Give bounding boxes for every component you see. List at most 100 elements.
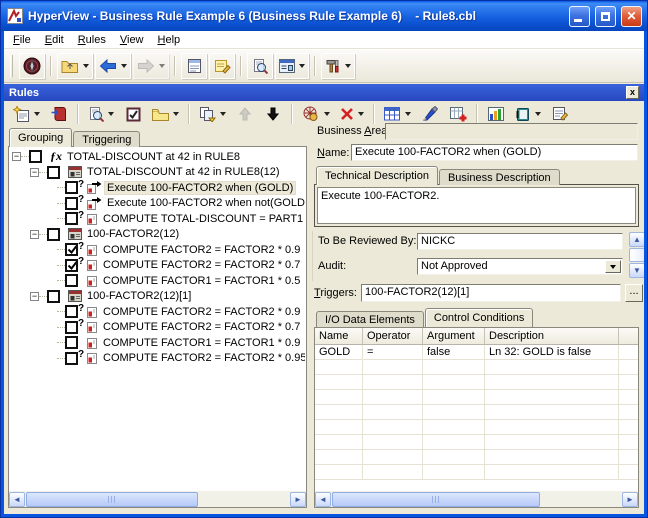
tree-row[interactable]: ?COMPUTE FACTOR2 = FACTOR2 * 0.7 — [10, 320, 305, 336]
scroll-up-button[interactable]: ▲ — [629, 232, 644, 247]
rule-checkbox[interactable] — [65, 321, 78, 334]
collapse-minus-icon[interactable]: − — [30, 168, 39, 177]
table-empty-row[interactable] — [315, 465, 638, 480]
rules-pane-close-button[interactable]: x — [626, 86, 639, 99]
table-empty-row[interactable] — [315, 375, 638, 390]
table-empty-row[interactable] — [315, 420, 638, 435]
collapse-minus-icon[interactable]: − — [12, 152, 21, 161]
tab-grouping[interactable]: Grouping — [9, 128, 72, 147]
table-empty-row[interactable] — [315, 360, 638, 375]
rule-checkbox[interactable] — [29, 150, 42, 163]
forward-button[interactable] — [133, 53, 169, 79]
scroll-thumb[interactable] — [26, 492, 198, 507]
hyperview-scope-button[interactable] — [19, 53, 45, 79]
scroll-right-button[interactable]: ► — [622, 492, 638, 507]
triggers-input[interactable]: 100-FACTOR2(12)[1] — [361, 284, 621, 302]
menu-rules[interactable]: Rules — [71, 33, 113, 47]
tree-row[interactable]: COMPUTE FACTOR1 = FACTOR1 * 0.9 — [10, 335, 305, 351]
menu-file[interactable]: File — [6, 33, 38, 47]
validate-button[interactable] — [445, 103, 471, 125]
rule-checkbox[interactable] — [47, 166, 60, 179]
review-vertical-scrollbar[interactable]: ▲ ▼ — [629, 232, 644, 278]
annotations-button[interactable] — [209, 53, 235, 79]
tree-row[interactable]: ?COMPUTE FACTOR2 = FACTOR2 * 0.95 — [10, 351, 305, 367]
collapse-minus-icon[interactable]: − — [30, 230, 39, 239]
tree-row[interactable]: −100-FACTOR2(12)[1] — [10, 289, 305, 305]
rule-checkbox[interactable] — [65, 259, 78, 272]
scroll-track[interactable] — [25, 492, 290, 507]
title-bar[interactable]: HyperView - Business Rule Example 6 (Bus… — [1, 1, 647, 31]
technical-description-text[interactable]: Execute 100-FACTOR2. — [317, 187, 636, 224]
select-rules-button[interactable] — [120, 103, 146, 125]
tree-row[interactable]: ?COMPUTE FACTOR2 = FACTOR2 * 0.9 — [10, 304, 305, 320]
properties-button[interactable] — [181, 53, 207, 79]
chart-button[interactable] — [483, 103, 509, 125]
table-empty-row[interactable] — [315, 390, 638, 405]
tab-triggering[interactable]: Triggering — [73, 131, 140, 147]
edit-properties-button[interactable] — [547, 103, 573, 125]
tree-horizontal-scrollbar[interactable]: ◄ ► — [9, 491, 306, 507]
rule-checkbox[interactable] — [65, 352, 78, 365]
menu-view[interactable]: View — [113, 33, 151, 47]
table-empty-row[interactable] — [315, 405, 638, 420]
tree-row[interactable]: −100-FACTOR2(12) — [10, 227, 305, 243]
tools-button[interactable] — [321, 53, 355, 79]
rule-checkbox[interactable] — [47, 228, 60, 241]
back-button[interactable] — [95, 53, 131, 79]
preview-button[interactable] — [247, 53, 273, 79]
search-rules-button[interactable] — [84, 103, 118, 125]
move-down-button[interactable] — [260, 103, 286, 125]
triggers-browse-button[interactable]: ... — [625, 284, 643, 302]
rule-checkbox[interactable] — [65, 305, 78, 318]
minimize-button[interactable] — [569, 6, 590, 27]
triggering-button[interactable] — [298, 103, 334, 125]
rule-checkbox[interactable] — [65, 336, 78, 349]
view-list-button[interactable] — [275, 53, 309, 79]
copy-rule-button[interactable] — [195, 103, 230, 125]
column-header-name[interactable]: Name — [315, 328, 363, 345]
tree-row[interactable]: ?COMPUTE FACTOR2 = FACTOR2 * 0.7 — [10, 258, 305, 274]
table-empty-row[interactable] — [315, 435, 638, 450]
rule-checkbox[interactable] — [65, 243, 78, 256]
delete-book-button[interactable] — [46, 103, 72, 125]
rule-checkbox[interactable] — [65, 274, 78, 287]
business-area-input[interactable] — [385, 123, 638, 140]
table-empty-row[interactable] — [315, 450, 638, 465]
move-up-button[interactable] — [232, 103, 258, 125]
tab-business-description[interactable]: Business Description — [439, 169, 560, 185]
tab-control-conditions[interactable]: Control Conditions — [425, 308, 534, 327]
tree-row[interactable]: ?Execute 100-FACTOR2 when not(GOLD) — [10, 196, 305, 212]
scroll-down-button[interactable]: ▼ — [629, 263, 644, 278]
tab-technical-description[interactable]: Technical Description — [316, 166, 438, 185]
column-header-description[interactable]: Description — [485, 328, 619, 345]
scroll-left-button[interactable]: ◄ — [315, 492, 331, 507]
table-horizontal-scrollbar[interactable]: ◄ ► — [315, 491, 638, 507]
rule-checkbox[interactable] — [65, 197, 78, 210]
column-header-argument[interactable]: Argument — [423, 328, 485, 345]
tree-row[interactable]: ?COMPUTE FACTOR2 = FACTOR2 * 0.9 — [10, 242, 305, 258]
column-header-operator[interactable]: Operator — [363, 328, 423, 345]
scroll-right-button[interactable]: ► — [290, 492, 306, 507]
notebook-button[interactable] — [511, 103, 545, 125]
maximize-button[interactable] — [595, 6, 616, 27]
mark-rule-button[interactable] — [417, 103, 443, 125]
tree-row[interactable]: COMPUTE FACTOR1 = FACTOR1 * 0.5 — [10, 273, 305, 289]
scroll-thumb[interactable] — [629, 248, 644, 262]
new-rule-button[interactable] — [9, 103, 44, 125]
menu-help[interactable]: Help — [151, 33, 188, 47]
toolbar-grip[interactable] — [10, 55, 13, 77]
menu-edit[interactable]: Edit — [38, 33, 71, 47]
audit-dropdown-button[interactable] — [605, 260, 621, 273]
tree-row[interactable]: −TOTAL-DISCOUNT at 42 in RULE8(12) — [10, 165, 305, 181]
collapse-minus-icon[interactable]: − — [30, 292, 39, 301]
rule-checkbox[interactable] — [65, 212, 78, 225]
audit-dropdown[interactable]: Not Approved — [417, 258, 623, 275]
tree-row[interactable]: ?COMPUTE TOTAL-DISCOUNT = PART1 * — [10, 211, 305, 227]
tree-row[interactable]: ?Execute 100-FACTOR2 when (GOLD) — [10, 180, 305, 196]
tab-i-o-data-elements[interactable]: I/O Data Elements — [316, 311, 424, 327]
open-button[interactable] — [57, 53, 93, 79]
delete-rule-button[interactable] — [336, 103, 368, 125]
scroll-left-button[interactable]: ◄ — [9, 492, 25, 507]
tree-row[interactable]: −ƒxTOTAL-DISCOUNT at 42 in RULE8 — [10, 149, 305, 165]
rule-checkbox[interactable] — [47, 290, 60, 303]
